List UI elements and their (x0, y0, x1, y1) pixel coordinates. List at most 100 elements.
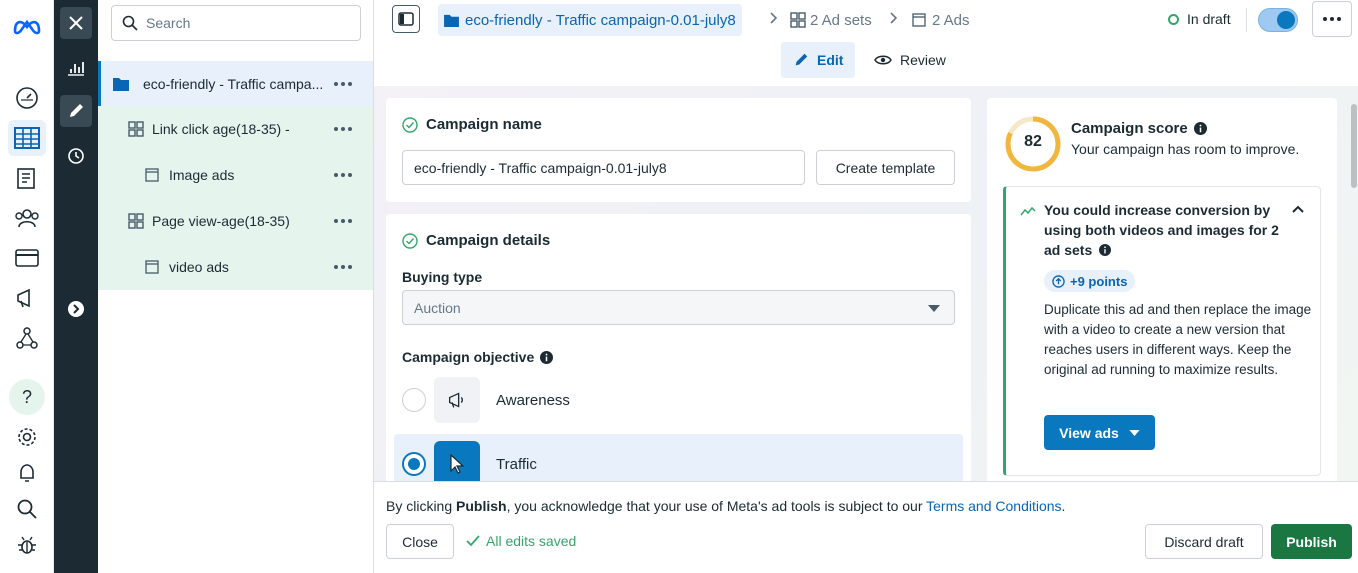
search-input[interactable] (146, 15, 346, 31)
edit-pencil-icon[interactable] (60, 95, 92, 127)
view-ads-label: View ads (1059, 424, 1119, 441)
caret-down-icon (928, 305, 940, 312)
main-content: Campaign name eco-friendly - Traffic cam… (374, 86, 1358, 481)
top-bar: eco-friendly - Traffic campaign-0.01-jul… (374, 0, 1358, 86)
left-nav-rail: ? (0, 0, 54, 573)
more-actions-button[interactable] (1312, 1, 1352, 37)
campaign-details-heading: Campaign details (402, 232, 550, 249)
publish-button[interactable]: Publish (1271, 524, 1352, 559)
tree-item-label: video ads (169, 259, 229, 275)
campaign-name-card: Campaign name eco-friendly - Traffic cam… (386, 98, 971, 202)
breadcrumb-adsets[interactable]: 2 Ad sets (790, 4, 872, 36)
info-icon[interactable] (1193, 122, 1207, 135)
campaign-toggle[interactable] (1258, 8, 1298, 32)
objective-option-traffic[interactable]: Traffic (394, 434, 963, 481)
score-title: Campaign score (1071, 120, 1207, 137)
chart-icon[interactable] (60, 52, 92, 84)
more-options-icon[interactable] (333, 259, 353, 275)
close-icon[interactable] (60, 7, 92, 39)
chevron-right-icon (770, 12, 778, 24)
audiences-icon[interactable] (8, 200, 46, 236)
buying-type-select[interactable]: Auction (402, 290, 955, 325)
legal-notice: By clicking Publish, you acknowledge tha… (386, 498, 1065, 514)
campaign-name-value: eco-friendly - Traffic campaign-0.01-jul… (414, 159, 667, 176)
info-icon[interactable] (540, 350, 554, 364)
buying-type-label-text: Buying type (402, 269, 483, 285)
more-options-icon[interactable] (333, 76, 353, 92)
tree-item-ad[interactable]: video ads (98, 244, 373, 290)
expand-chevron-icon[interactable] (60, 293, 92, 325)
breadcrumb-ads[interactable]: 2 Ads (912, 4, 970, 36)
main-scrollbar[interactable] (1350, 100, 1358, 481)
adset-grid-icon (790, 12, 806, 28)
business-network-icon[interactable] (8, 320, 46, 356)
tree-item-label: eco-friendly - Traffic campa... (143, 76, 324, 92)
more-options-icon[interactable] (333, 121, 353, 137)
buying-type-value: Auction (414, 299, 461, 316)
score-title-text: Campaign score (1071, 120, 1188, 137)
search-icon[interactable] (8, 491, 46, 527)
score-value: 82 (1024, 133, 1042, 150)
billing-card-icon[interactable] (8, 240, 46, 276)
campaign-name-input[interactable]: eco-friendly - Traffic campaign-0.01-jul… (402, 150, 805, 185)
help-icon[interactable]: ? (9, 379, 45, 415)
chevron-up-icon[interactable] (1292, 205, 1304, 213)
ad-icon (912, 13, 926, 27)
bug-icon[interactable] (8, 527, 46, 563)
objective-option-awareness[interactable]: Awareness (394, 370, 963, 430)
folder-icon (444, 14, 459, 27)
campaign-score-card: 82 Campaign score Your campaign has room… (987, 98, 1337, 481)
search-box[interactable] (111, 5, 361, 41)
breadcrumb-campaign[interactable]: eco-friendly - Traffic campaign-0.01-jul… (438, 4, 742, 36)
edit-pencil-icon (795, 53, 808, 66)
view-ads-button[interactable]: View ads (1044, 415, 1155, 450)
campaigns-table-icon[interactable] (8, 120, 46, 156)
objective-radio-selected[interactable] (402, 452, 426, 476)
dashboard-gauge-icon[interactable] (8, 80, 46, 116)
legal-bold: Publish (456, 498, 507, 514)
discard-draft-button[interactable]: Discard draft (1145, 524, 1263, 559)
campaign-objective-label-text: Campaign objective (402, 349, 535, 365)
ad-icon (145, 260, 159, 274)
tree-item-ad[interactable]: Image ads (98, 152, 373, 198)
more-options-icon[interactable] (333, 213, 353, 229)
scrollbar-thumb[interactable] (1351, 104, 1357, 188)
create-template-button[interactable]: Create template (816, 150, 955, 185)
tree-item-adset[interactable]: Page view-age(18-35) (98, 198, 373, 244)
recommendation-title: You could increase conversion by using b… (1044, 200, 1280, 260)
terms-link[interactable]: Terms and Conditions (926, 498, 1061, 514)
chevron-right-icon (890, 12, 898, 24)
gear-icon[interactable] (8, 419, 46, 455)
close-button[interactable]: Close (386, 524, 454, 559)
breadcrumb-ads-label: 2 Ads (932, 11, 970, 29)
tree-item-label: Image ads (169, 167, 235, 183)
meta-logo-icon[interactable] (8, 8, 46, 44)
publish-button-label: Publish (1286, 533, 1337, 550)
legal-suffix: . (1061, 498, 1066, 514)
create-template-label: Create template (835, 159, 936, 176)
campaign-name-title: Campaign name (426, 116, 542, 133)
history-clock-icon[interactable] (60, 140, 92, 172)
folder-icon (113, 78, 129, 91)
info-icon[interactable] (1099, 244, 1112, 256)
tree-item-campaign[interactable]: eco-friendly - Traffic campa... (98, 61, 373, 107)
tree-item-label: Link click age(18-35) - (152, 121, 290, 137)
divider (1246, 8, 1247, 32)
campaign-objective-label: Campaign objective (402, 349, 554, 365)
pages-icon[interactable] (8, 160, 46, 196)
more-options-icon[interactable] (333, 167, 353, 183)
tree-item-label: Page view-age(18-35) (152, 213, 290, 229)
tab-edit[interactable]: Edit (781, 42, 856, 78)
tab-review[interactable]: Review (862, 42, 958, 78)
toggle-knob (1277, 11, 1295, 29)
megaphone-icon[interactable] (8, 280, 46, 316)
tree-item-adset[interactable]: Link click age(18-35) - (98, 106, 373, 152)
discard-draft-label: Discard draft (1164, 533, 1244, 550)
toggle-panel-button[interactable] (392, 5, 420, 33)
adset-grid-icon (128, 121, 144, 137)
eye-icon (874, 55, 892, 65)
objective-radio[interactable] (402, 388, 426, 412)
bell-icon[interactable] (8, 455, 46, 491)
points-badge-label: +9 points (1070, 273, 1128, 289)
check-circle-icon (402, 232, 418, 249)
